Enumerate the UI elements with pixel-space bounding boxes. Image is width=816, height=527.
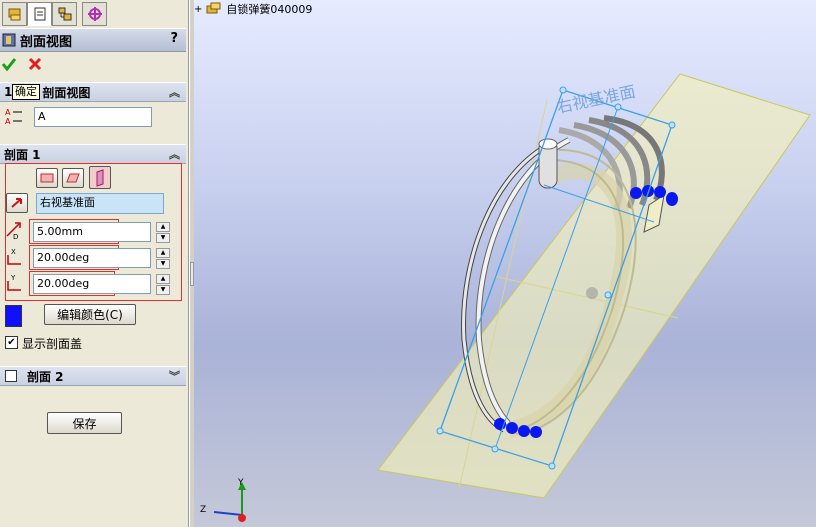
section1-group-header[interactable]: 剖面 1 ︽ — [0, 144, 186, 164]
tab-property-manager[interactable] — [27, 2, 52, 26]
offset-distance-icon: D — [6, 222, 21, 240]
cap-dot — [642, 185, 654, 197]
cap-dot — [654, 186, 666, 198]
plane-mode-button[interactable] — [36, 168, 58, 188]
show-cap-label: 显示剖面盖 — [22, 337, 83, 351]
panel-titlebar: 剖面视图 ? — [0, 28, 186, 52]
right-plane-mode-button[interactable] — [89, 166, 111, 189]
offset-input[interactable]: 5.00mm — [33, 222, 151, 242]
plane-handle-point[interactable] — [436, 427, 444, 435]
collapse-icon[interactable]: ︽ — [169, 146, 180, 162]
reverse-direction-button[interactable] — [6, 193, 28, 213]
x-rotation-icon: X — [7, 248, 21, 265]
expand-icon[interactable]: ︾ — [169, 368, 180, 384]
z-axis — [213, 511, 243, 516]
help-button[interactable]: ? — [170, 31, 178, 46]
section1-title: 剖面 1 — [4, 147, 41, 162]
ok-icon[interactable] — [1, 56, 17, 72]
triad-y-label: Y — [237, 478, 244, 488]
svg-text:A: A — [5, 117, 11, 125]
section-plane[interactable] — [377, 73, 811, 499]
property-manager: 剖面视图 ? 1 剖面视图 ︽ 确定 AA A 剖面 1 ︽ 右视基准面 D 5… — [0, 0, 189, 527]
y-rotation-icon: Y — [7, 274, 21, 291]
reverse-direction-icon — [11, 198, 22, 208]
tab-configuration-manager[interactable] — [52, 2, 77, 26]
plane-handle-point[interactable] — [559, 86, 567, 94]
x-angle-input[interactable]: 20.00deg — [33, 248, 151, 268]
plane-label: 右视基准面 — [555, 82, 637, 117]
graphics-area[interactable]: + 自锁弹簧040009 右视基准面 Y Z — [194, 0, 816, 527]
plane-handle-point[interactable] — [491, 445, 499, 453]
tab-dimxpert[interactable] — [82, 2, 107, 26]
reference-plane-field[interactable]: 右视基准面 — [36, 193, 164, 214]
tab-feature-manager[interactable] — [2, 2, 27, 26]
crosshair-icon — [87, 7, 102, 21]
section2-title: 剖面 2 — [27, 369, 64, 384]
edit-color-button[interactable]: 编辑颜色(C) — [44, 304, 136, 325]
plane-handle-point[interactable] — [604, 291, 612, 299]
section-name-icon: AA — [5, 108, 22, 125]
section2-checkbox[interactable] — [5, 370, 17, 382]
plane-handle-point[interactable] — [548, 462, 556, 470]
property-icon — [34, 7, 45, 21]
configuration-icon — [58, 7, 71, 21]
svg-text:A: A — [5, 108, 11, 117]
cap-dot — [630, 187, 642, 199]
y-axis-label: Y — [10, 274, 16, 282]
rectangle-plane-icon — [40, 173, 54, 183]
plane-origin-marker — [586, 287, 598, 299]
panel-title: 剖面视图 — [20, 34, 73, 50]
triad-z-label: Z — [200, 505, 206, 515]
parallelogram-plane-icon — [66, 173, 80, 183]
cap-dot — [666, 192, 678, 206]
d-axis-label: D — [13, 233, 18, 240]
model-view[interactable]: 右视基准面 Y Z — [194, 0, 816, 527]
y-angle-spinner[interactable]: ▲ ▼ — [156, 274, 170, 295]
plane-handle-point[interactable] — [668, 121, 676, 129]
show-cap-checkbox[interactable]: ✔ — [5, 336, 18, 349]
cancel-icon[interactable] — [27, 56, 43, 72]
cap-dot — [506, 422, 518, 434]
tooltip: 确定 — [12, 84, 40, 100]
offset-spinner[interactable]: ▲ ▼ — [156, 222, 170, 243]
manager-tabs — [0, 2, 188, 26]
section-view-icon — [2, 33, 16, 47]
feature-tree-icon — [8, 8, 20, 21]
plane-handle-point[interactable] — [614, 103, 622, 111]
cap-dot — [530, 426, 542, 438]
x-axis-dot — [238, 514, 246, 522]
cap-color-swatch[interactable] — [5, 305, 22, 327]
collapse-icon[interactable]: ︽ — [169, 84, 180, 100]
save-button[interactable]: 保存 — [47, 412, 122, 434]
vertical-plane-icon — [96, 168, 104, 187]
x-angle-spinner[interactable]: ▲ ▼ — [156, 248, 170, 269]
section2-group-header[interactable]: 剖面 2 ︾ — [0, 366, 186, 386]
section-name-input[interactable]: A — [34, 107, 152, 127]
face-mode-button[interactable] — [62, 168, 84, 188]
cap-dot — [518, 425, 530, 437]
y-angle-input[interactable]: 20.00deg — [33, 274, 151, 294]
section-group-label: 剖面视图 — [42, 85, 91, 100]
x-axis-label: X — [11, 248, 16, 256]
axis-triad: Y Z — [200, 478, 246, 522]
